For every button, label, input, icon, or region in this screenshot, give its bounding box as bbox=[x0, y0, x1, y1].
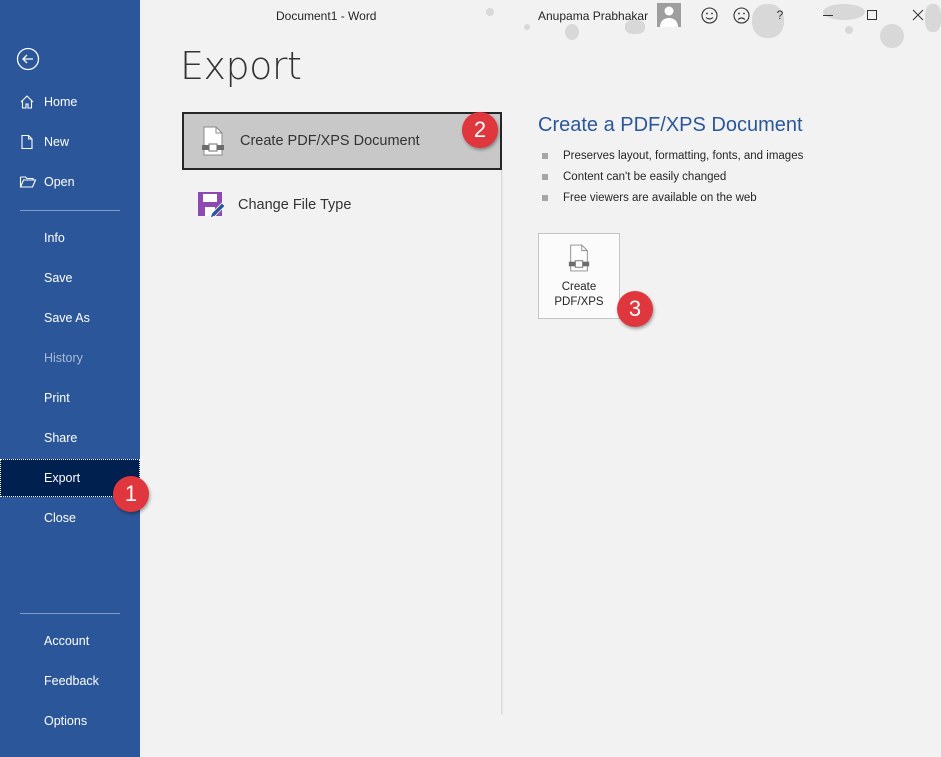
sidebar-item-label: Home bbox=[44, 95, 78, 109]
option-create-pdf-xps[interactable]: Create PDF/XPS Document bbox=[182, 112, 502, 170]
sidebar-item-label: Account bbox=[44, 634, 90, 648]
option-label: Change File Type bbox=[238, 197, 352, 213]
option-label: Create PDF/XPS Document bbox=[240, 133, 420, 149]
smile-button[interactable] bbox=[699, 5, 719, 25]
feature-item: Content can't be easily changed bbox=[542, 166, 803, 187]
feature-item: Preserves layout, formatting, fonts, and… bbox=[542, 145, 803, 166]
maximize-icon bbox=[867, 10, 877, 20]
avatar[interactable] bbox=[657, 3, 681, 27]
frown-icon bbox=[732, 6, 750, 24]
step-badge-3: 3 bbox=[617, 291, 653, 327]
option-change-file-type[interactable]: Change File Type bbox=[182, 176, 502, 234]
back-arrow-icon bbox=[16, 47, 40, 71]
sidebar-item-info[interactable]: Info bbox=[0, 219, 140, 257]
sidebar-item-label: Export bbox=[44, 471, 81, 485]
sidebar-divider bbox=[20, 210, 120, 211]
sidebar-item-label: Save As bbox=[44, 311, 90, 325]
sidebar-item-share[interactable]: Share bbox=[0, 419, 140, 457]
user-avatar-icon bbox=[660, 6, 678, 27]
user-name[interactable]: Anupama Prabhakar bbox=[538, 9, 648, 23]
new-document-icon bbox=[21, 134, 33, 150]
feature-text: Free viewers are available on the web bbox=[563, 191, 757, 204]
frown-button[interactable] bbox=[731, 5, 751, 25]
panel-divider bbox=[501, 170, 503, 715]
window-title: Document1 - Word bbox=[276, 9, 377, 23]
sidebar-item-label: Options bbox=[44, 714, 88, 728]
close-icon bbox=[912, 9, 924, 21]
sidebar-item-history[interactable]: History bbox=[0, 339, 140, 377]
sidebar-item-label: Print bbox=[44, 391, 70, 405]
minimize-icon bbox=[823, 15, 833, 16]
open-folder-icon bbox=[19, 176, 37, 188]
sidebar-item-options[interactable]: Options bbox=[0, 702, 140, 740]
feature-item: Free viewers are available on the web bbox=[542, 187, 803, 208]
sidebar-item-label: History bbox=[44, 351, 83, 365]
back-button[interactable] bbox=[16, 47, 40, 71]
feature-text: Content can't be easily changed bbox=[563, 170, 727, 183]
sidebar-item-save-as[interactable]: Save As bbox=[0, 299, 140, 337]
create-pdf-xps-button[interactable]: Create PDF/XPS bbox=[538, 233, 620, 319]
create-button-line2: PDF/XPS bbox=[554, 296, 604, 308]
step-badge-1: 1 bbox=[113, 476, 149, 512]
feature-text: Preserves layout, formatting, fonts, and… bbox=[563, 149, 804, 162]
bullet-icon bbox=[542, 173, 548, 180]
minimize-button[interactable] bbox=[818, 5, 838, 25]
sidebar-item-home[interactable]: Home bbox=[0, 83, 140, 121]
maximize-button[interactable] bbox=[862, 5, 882, 25]
pdf-document-icon bbox=[568, 244, 590, 272]
create-button-line1: Create bbox=[561, 281, 597, 293]
sidebar-item-print[interactable]: Print bbox=[0, 379, 140, 417]
sidebar-item-account[interactable]: Account bbox=[0, 622, 140, 660]
backstage-sidebar: Home New Open Info Save Save As History … bbox=[0, 0, 140, 757]
sidebar-item-label: Save bbox=[44, 271, 73, 285]
sidebar-item-open[interactable]: Open bbox=[0, 163, 140, 201]
sidebar-divider bbox=[20, 613, 120, 614]
step-badge-2: 2 bbox=[462, 112, 498, 148]
smile-icon bbox=[700, 6, 718, 24]
page-title: Export bbox=[180, 44, 302, 88]
create-button-label: Create PDF/XPS bbox=[554, 280, 603, 310]
sidebar-item-label: Share bbox=[44, 431, 78, 445]
detail-title: Create a PDF/XPS Document bbox=[538, 114, 803, 136]
pdf-document-icon bbox=[202, 126, 224, 156]
sidebar-item-label: New bbox=[44, 135, 70, 149]
help-icon: ? bbox=[776, 8, 784, 22]
sidebar-item-save[interactable]: Save bbox=[0, 259, 140, 297]
sidebar-item-label: Open bbox=[44, 175, 75, 189]
sidebar-item-label: Feedback bbox=[44, 674, 99, 688]
help-button[interactable]: ? bbox=[770, 5, 790, 25]
sidebar-item-label: Info bbox=[44, 231, 65, 245]
bullet-icon bbox=[542, 194, 548, 201]
sidebar-item-new[interactable]: New bbox=[0, 123, 140, 161]
save-as-filetype-icon bbox=[198, 192, 226, 219]
sidebar-item-feedback[interactable]: Feedback bbox=[0, 662, 140, 700]
feature-list: Preserves layout, formatting, fonts, and… bbox=[542, 145, 803, 208]
bullet-icon bbox=[542, 152, 548, 159]
sidebar-item-label: Close bbox=[44, 511, 76, 525]
close-button[interactable] bbox=[908, 5, 928, 25]
home-icon bbox=[20, 95, 34, 109]
